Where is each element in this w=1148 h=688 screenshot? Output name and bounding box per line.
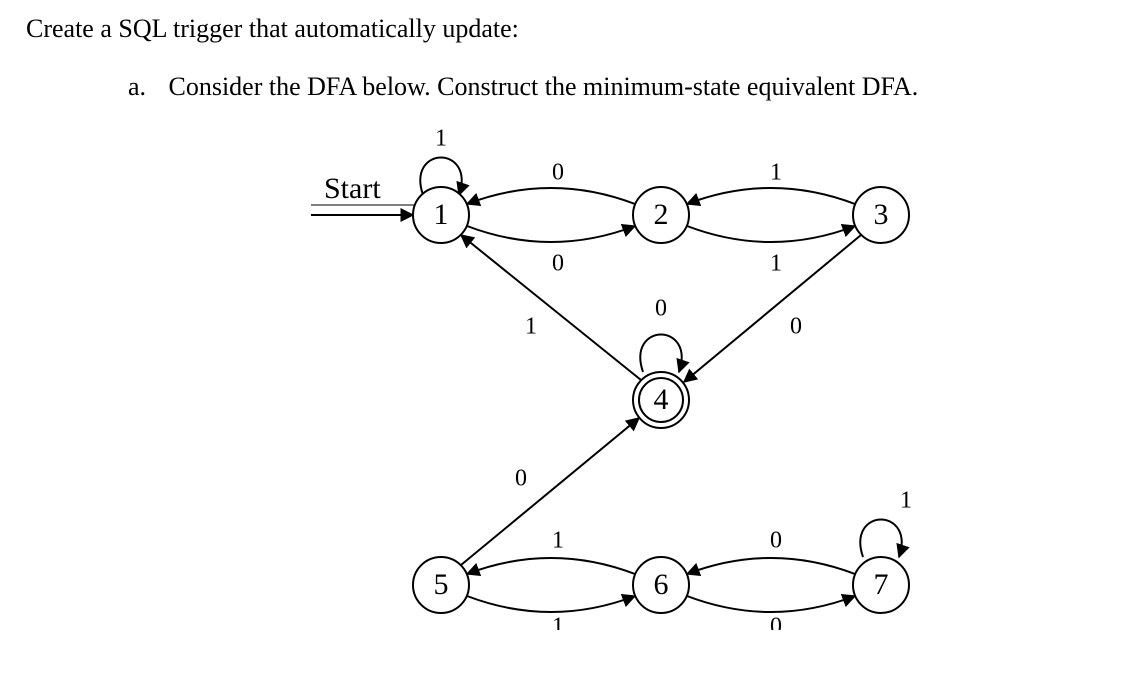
edge-label-3to4: 0 <box>790 314 802 340</box>
state-6-label: 6 <box>654 568 669 601</box>
edge-label-6to7-top: 0 <box>770 528 782 554</box>
edge-label-loop4: 0 <box>655 296 667 322</box>
edge-label-7to6-bottom: 0 <box>770 614 782 631</box>
edge-label-4to1: 1 <box>525 314 537 340</box>
edge-label-loop1: 1 <box>435 126 447 152</box>
state-7-label: 7 <box>874 568 889 601</box>
edge-label-1to2-top: 0 <box>552 160 564 186</box>
start-label: Start <box>324 172 381 205</box>
edge-label-5to4: 0 <box>515 466 527 492</box>
prompt-text: Create a SQL trigger that automatically … <box>26 14 1122 44</box>
edge-label-5to6-top: 1 <box>552 528 564 554</box>
state-3-label: 3 <box>874 198 889 231</box>
sub-item: a. Consider the DFA below. Construct the… <box>128 72 1122 102</box>
state-5-label: 5 <box>434 568 449 601</box>
state-1-label: 1 <box>434 198 449 231</box>
state-2-label: 2 <box>654 198 669 231</box>
sub-item-letter: a. <box>128 72 162 102</box>
edge-label-loop7: 1 <box>900 488 912 514</box>
sub-item-text: Consider the DFA below. Construct the mi… <box>169 72 919 101</box>
edge-label-6to5-bottom: 1 <box>552 614 564 631</box>
page: Create a SQL trigger that automatically … <box>0 0 1148 688</box>
edge-label-2to1-bottom: 0 <box>552 251 564 277</box>
state-4-label: 4 <box>654 383 669 416</box>
edge-label-2to3-top: 1 <box>770 160 782 186</box>
edge-label-3to2-bottom: 1 <box>770 251 782 277</box>
dfa-diagram: Start 1 0 0 1 1 1 0 0 0 <box>296 110 996 630</box>
